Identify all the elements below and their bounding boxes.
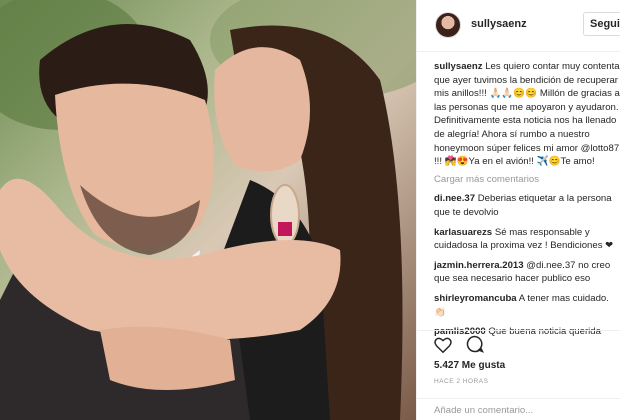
- comment-item: karlasuarezs Sé mas responsable y cuidad…: [434, 226, 620, 253]
- post-photo[interactable]: [0, 0, 416, 420]
- comment-item: jazmin.herrera.2013 @di.nee.37 no creo q…: [434, 259, 620, 286]
- couple-photo: [0, 0, 416, 420]
- comment-username[interactable]: jazmin.herrera.2013: [434, 260, 524, 271]
- comment-username[interactable]: karlasuarezs: [434, 227, 492, 238]
- caption: sullysaenz Les quiero contar muy content…: [434, 60, 620, 169]
- post-header: sullysaenz Seguir: [417, 0, 620, 52]
- avatar[interactable]: [435, 12, 461, 38]
- caption-text: Les quiero contar muy contenta que ayer …: [434, 61, 620, 168]
- comment-username[interactable]: di.nee.37: [434, 193, 475, 204]
- comment-bubble-icon[interactable]: [466, 335, 485, 358]
- post-detail-panel: sullysaenz Seguir sullysaenz Les quiero …: [416, 0, 620, 420]
- follow-button[interactable]: Seguir: [583, 12, 620, 36]
- comment-text: Que buena noticia querida: [488, 326, 601, 338]
- comment-item: shirleyromancuba A tener mas cuidado. 👏🏻: [434, 292, 620, 319]
- load-more-comments-link[interactable]: Cargar más comentarios: [434, 173, 620, 187]
- comments-section: sullysaenz Les quiero contar muy content…: [434, 60, 620, 339]
- heart-outline-icon[interactable]: [434, 337, 452, 358]
- comment-item: di.nee.37 Deberias etiquetar a la person…: [434, 192, 620, 219]
- caption-username[interactable]: sullysaenz: [434, 61, 483, 72]
- comment-username[interactable]: shirleyromancuba: [434, 293, 517, 304]
- username-link[interactable]: sullysaenz: [471, 18, 527, 30]
- post-timestamp: HACE 2 HORAS: [434, 378, 489, 385]
- divider: [417, 330, 620, 331]
- add-comment-input[interactable]: [434, 405, 614, 416]
- action-bar: [434, 335, 494, 355]
- likes-count[interactable]: 5.427 Me gusta: [434, 360, 505, 371]
